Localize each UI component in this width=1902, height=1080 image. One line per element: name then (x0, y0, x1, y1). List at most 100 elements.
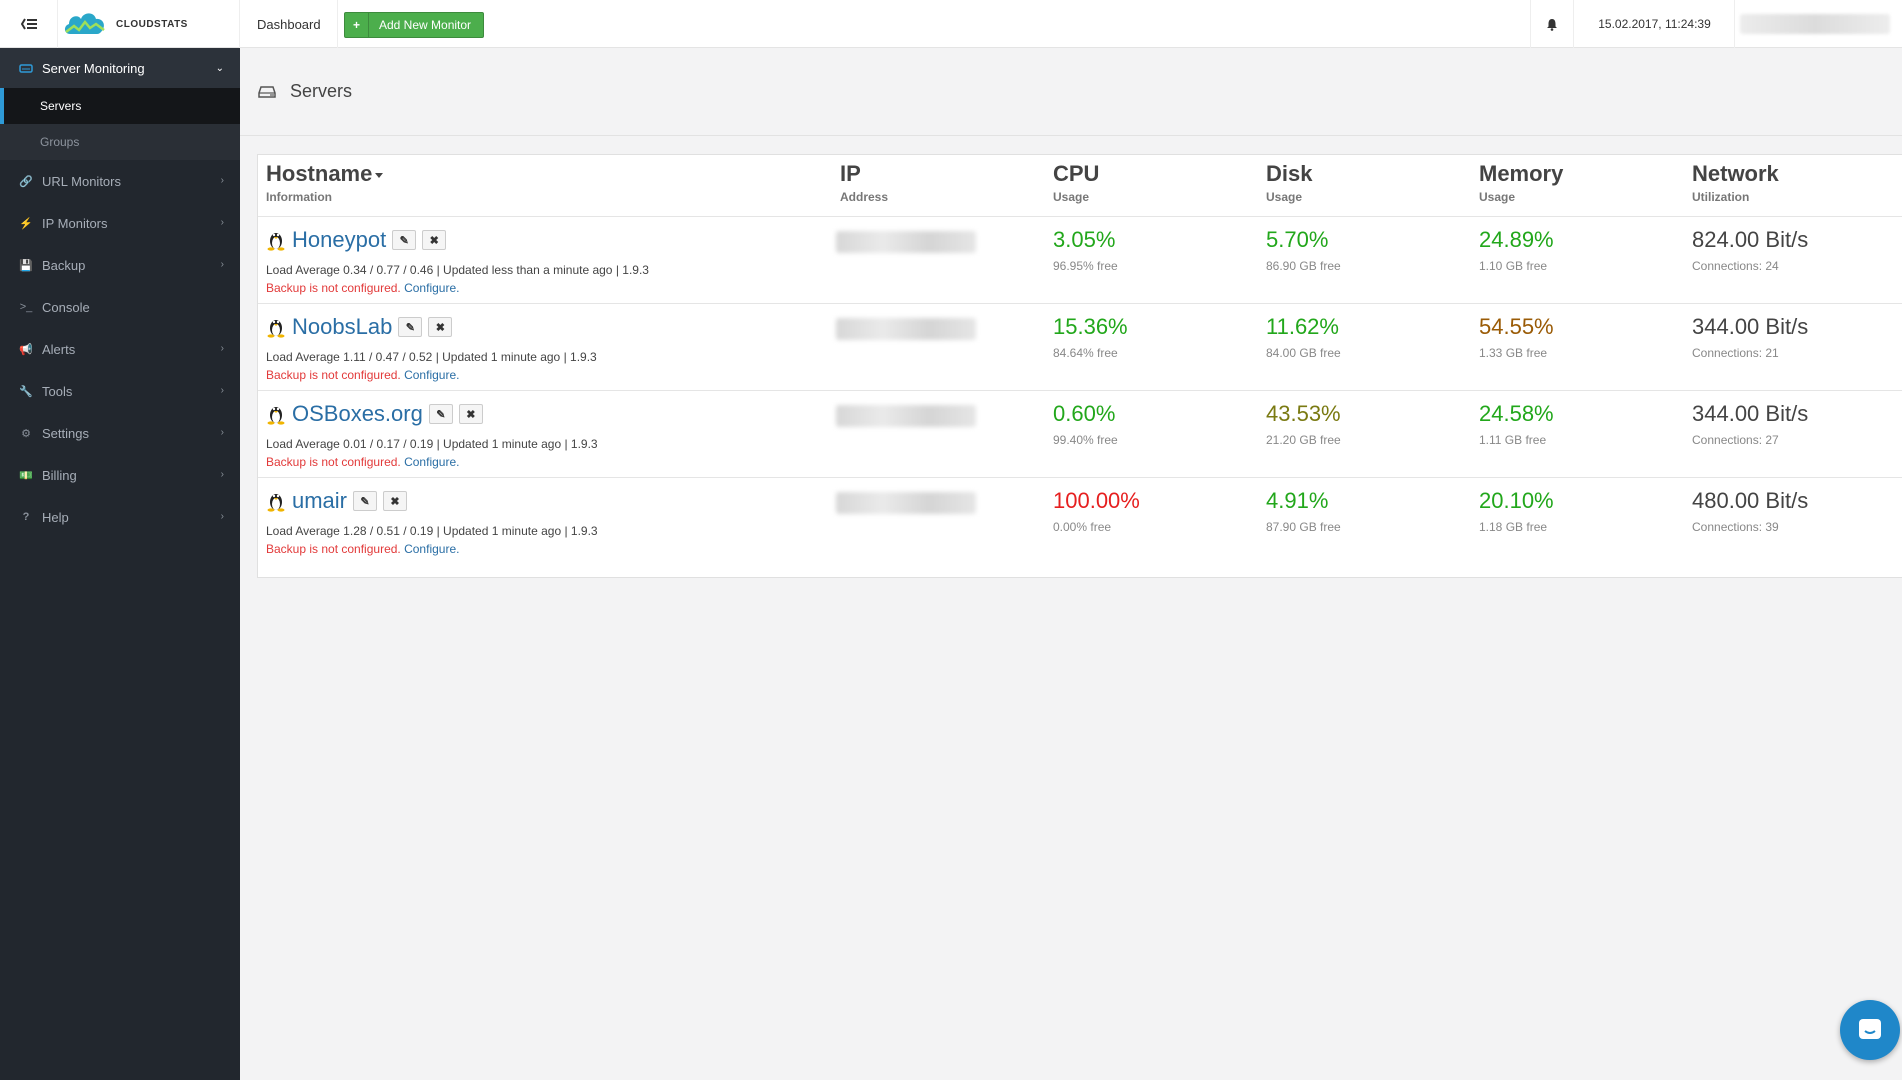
connections-count: Connections: 21 (1692, 346, 1779, 360)
sidebar-item-label: Console (42, 299, 90, 315)
sidebar-subitem-servers[interactable]: Servers (0, 88, 240, 124)
sidebar-item-label: Tools (42, 383, 73, 399)
memory-usage: 54.55% (1479, 314, 1554, 339)
network-metric: 480.00 Bit/s Connections: 39 (1692, 488, 1808, 534)
table-row: OSBoxes.org ✎ ✖ Load Average 0.01 / 0.17… (258, 391, 1902, 478)
disk-usage: 4.91% (1266, 488, 1329, 513)
memory-usage: 24.58% (1479, 401, 1554, 426)
wrench-icon: 🔧 (19, 385, 33, 398)
sidebar-item-tools[interactable]: 🔧 Tools › (0, 370, 240, 412)
edit-button[interactable]: ✎ (428, 404, 453, 424)
configure-backup-link[interactable]: Configure. (404, 455, 459, 469)
chevron-right-icon: › (220, 175, 224, 186)
network-utilization: 344.00 Bit/s (1692, 314, 1809, 339)
column-header-hostname[interactable]: Hostname Information (266, 161, 384, 204)
sidebar-item-alerts[interactable]: 📢 Alerts › (0, 328, 240, 370)
memory-metric: 54.55% 1.33 GB free (1479, 314, 1554, 360)
cpu-usage: 3.05% (1053, 227, 1116, 252)
column-subtitle: Information (266, 190, 332, 204)
backup-status: Backup is not configured. Configure. (266, 368, 459, 382)
ip-address-redacted (836, 405, 976, 427)
configure-backup-link[interactable]: Configure. (404, 368, 459, 382)
sidebar-item-billing[interactable]: 💵 Billing › (0, 454, 240, 496)
notifications-button[interactable] (1530, 0, 1574, 48)
sidebar-toggle-button[interactable] (0, 0, 58, 48)
column-header-memory: Memory Usage (1479, 161, 1563, 204)
sidebar-item-backup[interactable]: 💾 Backup › (0, 244, 240, 286)
disk-metric: 5.70% 86.90 GB free (1266, 227, 1341, 273)
sidebar-item-ip-monitors[interactable]: ⚡ IP Monitors › (0, 202, 240, 244)
memory-free: 1.18 GB free (1479, 520, 1548, 534)
ip-address-redacted (836, 492, 976, 514)
page-header: Servers (240, 48, 1902, 136)
column-header-network: Network Utilization (1692, 161, 1779, 204)
chevron-right-icon: › (220, 427, 224, 438)
disk-usage: 5.70% (1266, 227, 1329, 252)
linux-tux-icon (267, 494, 285, 512)
memory-metric: 20.10% 1.18 GB free (1479, 488, 1554, 534)
link-icon: 🔗 (19, 175, 33, 188)
menu-collapse-icon (20, 18, 37, 30)
disk-metric: 4.91% 87.90 GB free (1266, 488, 1341, 534)
edit-button[interactable]: ✎ (398, 317, 423, 337)
backup-status: Backup is not configured. Configure. (266, 455, 459, 469)
sidebar-item-label: Billing (42, 467, 77, 483)
dashboard-link[interactable]: Dashboard (241, 0, 338, 48)
hostname-link[interactable]: NoobsLab (292, 314, 392, 340)
megaphone-icon: 📢 (19, 343, 33, 356)
brand-logo[interactable]: CLOUDSTATS (62, 0, 240, 48)
disk-usage: 43.53% (1266, 401, 1341, 426)
sidebar-item-server-monitoring[interactable]: Server Monitoring ⌄ (0, 48, 240, 88)
configure-backup-link[interactable]: Configure. (404, 281, 459, 295)
pencil-icon: ✎ (405, 321, 415, 334)
chevron-down-icon: ⌄ (215, 63, 224, 74)
pencil-icon: ✎ (436, 408, 446, 421)
terminal-icon: >_ (19, 301, 33, 313)
memory-metric: 24.58% 1.11 GB free (1479, 401, 1554, 447)
user-menu[interactable] (1740, 14, 1890, 34)
network-metric: 344.00 Bit/s Connections: 27 (1692, 401, 1808, 447)
table-header: Hostname Information IP Address CPU Usag… (258, 155, 1902, 217)
sidebar-item-label: Settings (42, 425, 89, 441)
edit-button[interactable]: ✎ (392, 230, 417, 250)
column-header-ip: IP Address (840, 161, 888, 204)
chevron-right-icon: › (220, 385, 224, 396)
linux-tux-icon (267, 407, 285, 425)
table-row: Honeypot ✎ ✖ Load Average 0.34 / 0.77 / … (258, 217, 1902, 304)
cpu-free: 0.00% free (1053, 520, 1112, 534)
delete-button[interactable]: ✖ (458, 404, 483, 424)
hostname-link[interactable]: OSBoxes.org (292, 401, 423, 427)
chevron-right-icon: › (220, 469, 224, 480)
pencil-icon: ✎ (360, 495, 370, 508)
hostname-link[interactable]: umair (292, 488, 347, 514)
cpu-free: 96.95% free (1053, 259, 1118, 273)
configure-backup-link[interactable]: Configure. (404, 542, 459, 556)
server-info: Load Average 0.01 / 0.17 / 0.19 | Update… (266, 437, 598, 451)
sidebar-item-help[interactable]: ? Help › (0, 496, 240, 538)
linux-tux-icon (267, 233, 285, 251)
add-new-monitor-button[interactable]: + Add New Monitor (344, 12, 484, 38)
chevron-right-icon: › (220, 511, 224, 522)
column-title: Disk (1266, 161, 1313, 186)
disk-metric: 11.62% 84.00 GB free (1266, 314, 1341, 360)
hostname-link[interactable]: Honeypot (292, 227, 386, 253)
delete-button[interactable]: ✖ (428, 317, 453, 337)
sidebar-item-console[interactable]: >_ Console (0, 286, 240, 328)
chat-launcher-button[interactable] (1840, 1000, 1900, 1060)
cpu-free: 99.40% free (1053, 433, 1118, 447)
ip-address-redacted (836, 231, 976, 253)
delete-button[interactable]: ✖ (422, 230, 447, 250)
sidebar-item-url-monitors[interactable]: 🔗 URL Monitors › (0, 160, 240, 202)
disk-free: 21.20 GB free (1266, 433, 1341, 447)
sidebar-subitem-groups[interactable]: Groups (0, 124, 240, 160)
edit-button[interactable]: ✎ (353, 491, 378, 511)
sidebar-item-settings[interactable]: ⚙ Settings › (0, 412, 240, 454)
network-metric: 344.00 Bit/s Connections: 21 (1692, 314, 1808, 360)
delete-button[interactable]: ✖ (383, 491, 408, 511)
server-info: Load Average 0.34 / 0.77 / 0.46 | Update… (266, 263, 649, 277)
cloud-logo-icon (64, 13, 105, 35)
server-icon (258, 85, 276, 98)
column-subtitle: Utilization (1692, 190, 1750, 204)
chevron-right-icon: › (220, 217, 224, 228)
backup-warning: Backup is not configured. (266, 455, 401, 469)
